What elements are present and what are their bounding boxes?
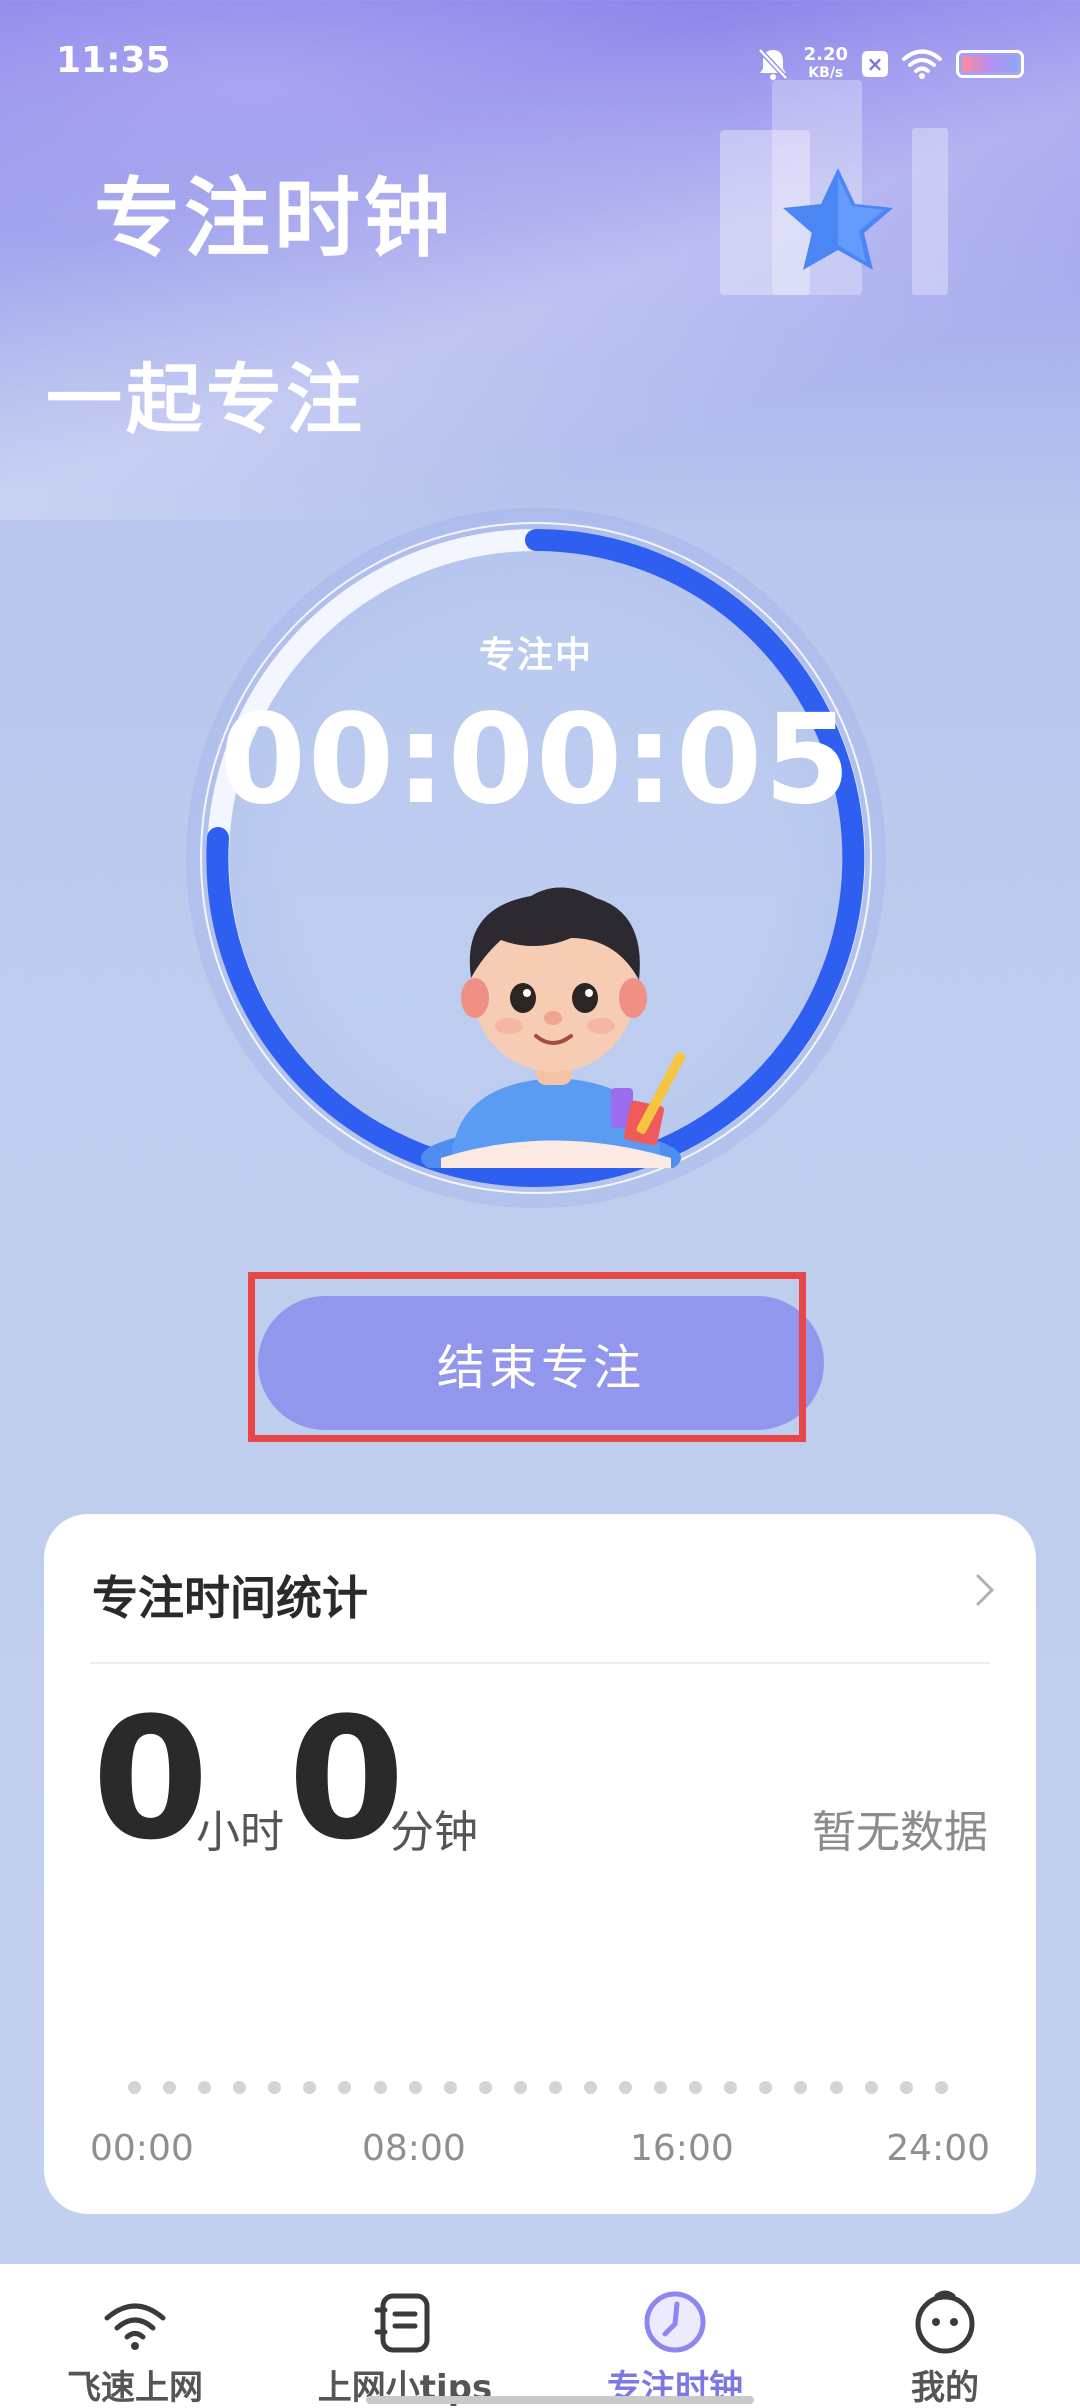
timeline-dot <box>443 2081 457 2094</box>
timeline-dot <box>619 2081 633 2094</box>
minutes-unit: 分钟 <box>390 1807 478 1858</box>
page-subtitle: 一起专注 <box>46 355 366 444</box>
axis-label-1: 08:00 <box>362 2128 466 2169</box>
notepad-icon <box>374 2293 430 2353</box>
axis-label-0: 00:00 <box>90 2128 194 2169</box>
hours-value: 0 <box>92 1681 209 1877</box>
timeline-dot <box>724 2081 738 2094</box>
bottom-nav: 飞速上网 上网小tips 专注时钟 我的 <box>0 2264 1080 2408</box>
timeline-dots <box>128 2081 948 2094</box>
timeline-dot <box>794 2081 808 2094</box>
stats-title: 专注时间统计 <box>92 1571 368 1625</box>
net-speed-value: 2.20 <box>803 44 848 65</box>
timeline-dot <box>759 2081 773 2094</box>
page-title: 专注时钟 <box>94 169 454 269</box>
timeline-dot <box>268 2081 282 2094</box>
hours-unit: 小时 <box>196 1807 284 1858</box>
timeline-dot <box>829 2081 843 2094</box>
nav-item-fast-internet[interactable]: 飞速上网 <box>0 2264 270 2408</box>
axis-label-2: 16:00 <box>630 2128 734 2169</box>
timeline-dot <box>548 2081 562 2094</box>
timeline-dot <box>198 2081 212 2094</box>
wifi-icon <box>902 49 942 79</box>
star-building-illustration <box>720 80 948 295</box>
timeline-dot <box>478 2081 492 2094</box>
nav-label: 飞速上网 <box>67 2368 203 2408</box>
timeline-dot <box>654 2081 668 2094</box>
home-indicator <box>366 2396 754 2404</box>
timeline-dot <box>584 2081 598 2094</box>
timeline-dot <box>128 2081 141 2094</box>
nav-item-focus-clock[interactable]: 专注时钟 <box>540 2264 810 2408</box>
mute-bell-icon <box>757 48 788 80</box>
minutes-value: 0 <box>288 1681 405 1877</box>
focus-timer: 专注中 00:00:05 <box>186 508 886 1208</box>
timeline-dot <box>373 2081 387 2094</box>
timeline-dot <box>899 2081 913 2094</box>
no-data-text: 暂无数据 <box>812 1807 988 1858</box>
timeline-dot <box>408 2081 422 2094</box>
timeline-dot <box>233 2081 247 2094</box>
timer-elapsed: 00:00:05 <box>219 688 853 832</box>
timeline-dot <box>338 2081 352 2094</box>
timeline-dot <box>163 2081 177 2094</box>
clock-icon <box>644 2291 706 2353</box>
timeline-dot <box>689 2081 703 2094</box>
timeline-dot <box>513 2081 527 2094</box>
timeline-dot <box>303 2081 317 2094</box>
focus-stats-card[interactable]: 专注时间统计 0 小时 0 分钟 暂无数据 00:00 08:00 16:00 <box>44 1514 1036 2214</box>
wifi-icon <box>104 2303 166 2350</box>
face-icon <box>915 2290 975 2354</box>
end-focus-button[interactable]: 结束专注 <box>258 1296 824 1430</box>
card-divider <box>90 1662 990 1664</box>
status-time: 11:35 <box>56 40 171 81</box>
nav-item-mine[interactable]: 我的 <box>810 2264 1080 2408</box>
timeline-dot <box>934 2081 948 2094</box>
axis-label-3: 24:00 <box>886 2128 990 2169</box>
boy-reading-illustration <box>421 887 686 1168</box>
timer-status: 专注中 <box>478 635 593 676</box>
close-box-icon: × <box>862 51 888 77</box>
battery-icon <box>956 50 1024 78</box>
net-speed: 2.20 KB/s <box>804 46 848 82</box>
nav-label: 我的 <box>911 2368 979 2408</box>
chevron-right-icon[interactable] <box>970 1570 1000 1610</box>
nav-item-tips[interactable]: 上网小tips <box>270 2264 540 2408</box>
timeline-dot <box>864 2081 878 2094</box>
